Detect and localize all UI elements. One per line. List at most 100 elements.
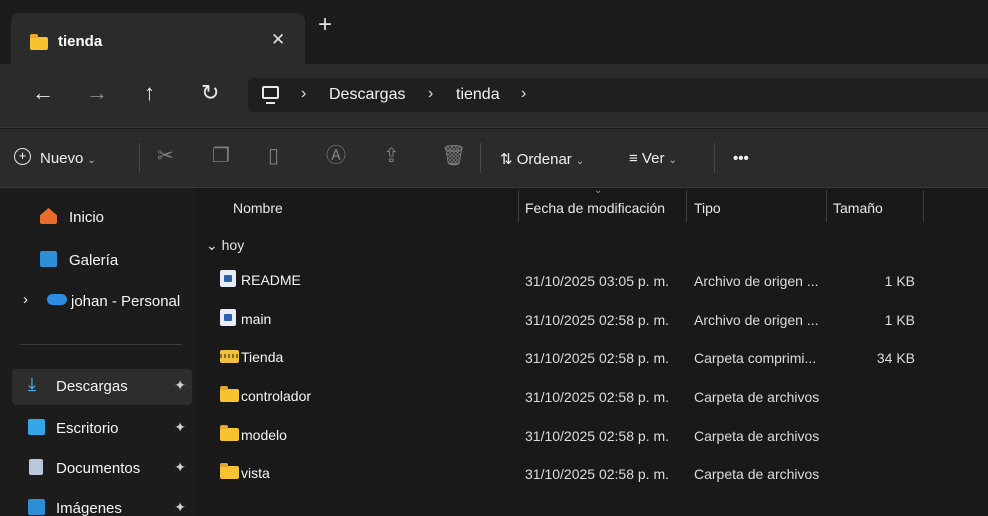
desktop-icon — [28, 419, 45, 435]
pin-icon: ✦ — [174, 499, 186, 515]
file-row[interactable]: modelo 31/10/2025 02:58 p. m. Carpeta de… — [196, 418, 988, 452]
file-type: Archivo de origen ... — [694, 273, 819, 289]
zip-folder-icon — [220, 350, 239, 363]
file-row[interactable]: Tienda 31/10/2025 02:58 p. m. Carpeta co… — [196, 340, 988, 374]
sidebar-item-label: Documentos — [56, 460, 141, 477]
breadcrumb-separator[interactable]: › — [301, 85, 306, 103]
file-type: Carpeta de archivos — [694, 428, 820, 444]
sidebar-item-label: Descargas — [56, 378, 128, 395]
new-plus-icon[interactable]: + — [14, 148, 31, 165]
group-header-hoy[interactable]: ⌄ hoy — [206, 237, 244, 254]
toolbar-divider — [480, 143, 481, 173]
rename-icon[interactable]: Ⓐ — [326, 146, 346, 166]
column-separator[interactable] — [518, 190, 519, 222]
file-row[interactable]: README 31/10/2025 03:05 p. m. Archivo de… — [196, 263, 988, 297]
file-name: modelo — [241, 427, 287, 443]
file-name: Tienda — [241, 349, 284, 365]
file-date: 31/10/2025 02:58 p. m. — [525, 466, 669, 482]
breadcrumb-descargas[interactable]: Descargas — [329, 86, 405, 104]
sidebar-item-onedrive[interactable]: › johan - Personal — [12, 284, 192, 320]
paste-icon[interactable]: ▯ — [268, 146, 279, 166]
gallery-icon — [40, 251, 57, 267]
file-type: Carpeta de archivos — [694, 466, 820, 482]
file-type: Carpeta de archivos — [694, 389, 820, 405]
sidebar-item-label: Inicio — [69, 209, 105, 226]
pin-icon: ✦ — [174, 377, 186, 393]
close-tab-icon[interactable]: ✕ — [271, 30, 285, 50]
forward-icon[interactable]: → — [86, 82, 108, 104]
view-icon: ≡ — [629, 150, 642, 167]
file-date: 31/10/2025 03:05 p. m. — [525, 273, 669, 289]
more-options-button[interactable]: ••• — [733, 150, 749, 167]
file-size: 1 KB — [884, 273, 915, 289]
sidebar-item-escritorio[interactable]: Escritorio ✦ — [12, 411, 192, 447]
tab-tienda[interactable]: tienda ✕ — [11, 13, 305, 64]
collapse-chevron-icon: ⌄ — [206, 237, 222, 253]
file-name: main — [241, 311, 272, 327]
column-header-name[interactable]: Nombre — [233, 200, 283, 216]
sort-indicator-icon: ⌄ — [594, 185, 603, 196]
file-date: 31/10/2025 02:58 p. m. — [525, 428, 669, 444]
file-row[interactable]: controlador 31/10/2025 02:58 p. m. Carpe… — [196, 379, 988, 413]
folder-icon — [220, 425, 239, 441]
cut-icon[interactable]: ✂ — [157, 146, 174, 166]
file-date: 31/10/2025 02:58 p. m. — [525, 312, 669, 328]
file-row[interactable]: vista 31/10/2025 02:58 p. m. Carpeta de … — [196, 456, 988, 490]
sidebar-item-inicio[interactable]: Inicio — [12, 200, 192, 236]
column-separator[interactable] — [923, 190, 924, 222]
sidebar-item-documentos[interactable]: Documentos ✦ — [12, 451, 192, 487]
sidebar-item-label: Galería — [69, 252, 119, 269]
file-size: 1 KB — [884, 312, 915, 328]
column-header-type[interactable]: Tipo — [694, 200, 721, 216]
refresh-icon[interactable]: ↻ — [201, 82, 219, 104]
share-icon[interactable]: ⇪ — [383, 146, 400, 166]
pictures-icon — [28, 499, 45, 515]
pin-icon: ✦ — [174, 459, 186, 475]
file-row[interactable]: main 31/10/2025 02:58 p. m. Archivo de o… — [196, 302, 988, 336]
onedrive-icon — [47, 294, 67, 305]
column-header-date[interactable]: Fecha de modificación — [525, 200, 665, 216]
file-type: Carpeta comprimi... — [694, 350, 817, 366]
sidebar-item-label: Escritorio — [56, 420, 119, 437]
file-date: 31/10/2025 02:58 p. m. — [525, 389, 669, 405]
address-row: ← → ↑ ↻ › Descargas › tienda › — [0, 64, 988, 128]
up-icon[interactable]: ↑ — [144, 82, 155, 104]
breadcrumb-separator[interactable]: › — [521, 85, 526, 103]
folder-icon — [220, 386, 239, 402]
this-pc-icon[interactable] — [262, 86, 279, 104]
folder-icon — [30, 34, 48, 50]
address-bar[interactable]: › Descargas › tienda › — [248, 78, 988, 112]
new-button[interactable]: Nuevo ⌄ — [40, 150, 96, 167]
file-date: 31/10/2025 02:58 p. m. — [525, 350, 669, 366]
sort-icon: ⇅ — [500, 151, 517, 168]
expand-chevron-icon[interactable]: › — [23, 291, 28, 308]
delete-icon[interactable]: 🗑 — [441, 146, 466, 166]
documents-icon — [29, 459, 43, 475]
breadcrumb-tienda[interactable]: tienda — [456, 86, 500, 104]
file-name: README — [241, 272, 301, 288]
sidebar-item-label: Imágenes — [56, 500, 122, 516]
column-separator[interactable] — [686, 190, 687, 222]
sort-button[interactable]: ⇅ Ordenar ⌄ — [500, 150, 584, 168]
back-icon[interactable]: ← — [32, 82, 54, 104]
navigation-pane: Inicio Galería › johan - Personal ⤓ Desc… — [0, 188, 196, 516]
download-icon: ⤓ — [28, 374, 36, 394]
sidebar-item-descargas[interactable]: ⤓ Descargas ✦ — [12, 369, 192, 405]
pin-icon: ✦ — [174, 419, 186, 435]
sidebar-item-galeria[interactable]: Galería — [12, 243, 192, 279]
file-name: vista — [241, 465, 270, 481]
column-header-size[interactable]: Tamaño — [833, 200, 883, 216]
home-icon — [40, 208, 57, 224]
sidebar-item-imagenes[interactable]: Imágenes ✦ — [12, 491, 192, 516]
tab-title: tienda — [58, 33, 103, 50]
view-button[interactable]: ≡ Ver ⌄ — [629, 150, 677, 167]
copy-icon[interactable]: ❐ — [212, 146, 230, 166]
breadcrumb-separator[interactable]: › — [428, 85, 433, 103]
tab-bar: tienda ✕ + — [0, 0, 988, 64]
column-separator[interactable] — [826, 190, 827, 222]
toolbar-divider — [714, 143, 715, 173]
source-file-icon — [220, 270, 236, 287]
file-name: controlador — [241, 388, 312, 404]
new-tab-button[interactable]: + — [318, 13, 332, 37]
command-bar: + Nuevo ⌄ ✂ ❐ ▯ Ⓐ ⇪ 🗑 ⇅ Ordenar ⌄ ≡ Ver ⌄ •… — [0, 129, 988, 188]
